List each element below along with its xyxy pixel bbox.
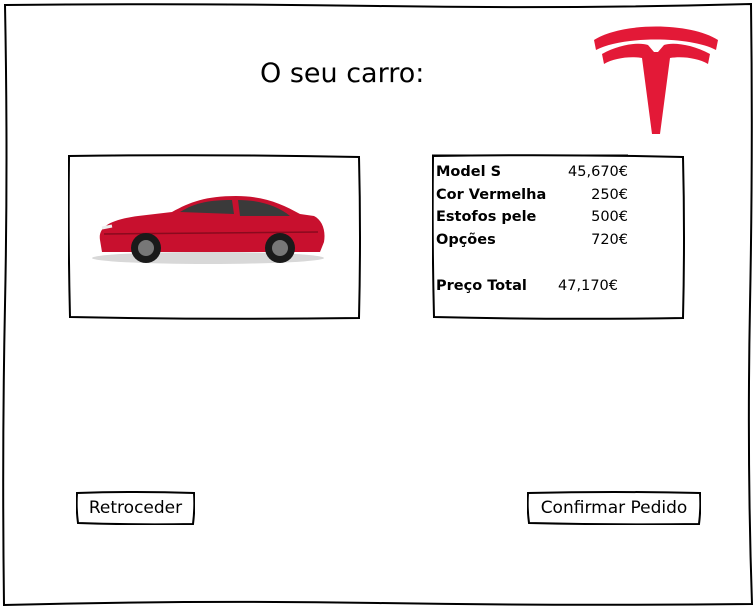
tesla-logo <box>594 26 718 134</box>
summary-item-label: Model S <box>436 164 502 180</box>
total-value: 47,170€ <box>558 278 618 294</box>
car-image-panel <box>68 154 361 320</box>
price-summary: Model S 45,670€ Cor Vermelha 250€ Estofo… <box>432 154 685 320</box>
summary-item-value: 45,670€ <box>568 164 628 180</box>
confirm-order-button-label: Confirmar Pedido <box>540 498 688 518</box>
summary-item-value: 720€ <box>591 232 628 248</box>
summary-row-upholstery: Estofos pele 500€ <box>436 207 628 227</box>
car-image <box>92 196 325 264</box>
summary-row-total: Preço Total 47,170€ <box>436 276 628 296</box>
summary-item-label: Estofos pele <box>436 209 537 225</box>
back-button-label: Retroceder <box>88 498 183 518</box>
back-button[interactable]: Retroceder <box>76 491 195 525</box>
summary-divider <box>432 154 628 156</box>
summary-row-options: Opções 720€ <box>436 230 628 250</box>
summary-item-value: 500€ <box>591 209 628 225</box>
confirm-order-button[interactable]: Confirmar Pedido <box>527 491 701 525</box>
summary-row-color: Cor Vermelha 250€ <box>436 185 628 205</box>
summary-item-label: Opções <box>436 232 496 248</box>
summary-row-model: Model S 45,670€ <box>436 162 628 182</box>
page-title: O seu carro: <box>260 58 425 89</box>
total-label: Preço Total <box>436 278 527 294</box>
summary-item-value: 250€ <box>591 187 628 203</box>
summary-item-label: Cor Vermelha <box>436 187 547 203</box>
